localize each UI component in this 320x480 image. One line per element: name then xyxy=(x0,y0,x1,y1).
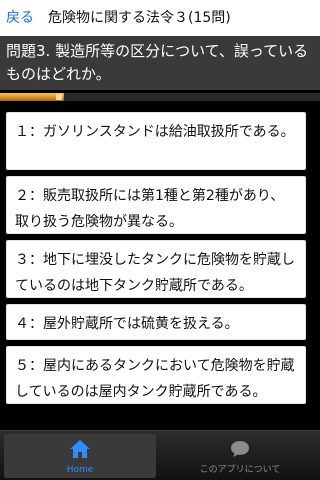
back-button[interactable]: 戻る xyxy=(6,8,34,28)
speech-bubble-icon xyxy=(231,441,249,457)
progress-bar xyxy=(0,93,320,101)
answer-option-4[interactable]: ４：屋外貯蔵所では硫黄を扱える。 xyxy=(6,304,306,340)
progress-cap xyxy=(56,94,62,100)
answer-option-text: ３：地下に埋没したタンクに危険物を貯蔵しているのは地下タンク貯蔵所である。 xyxy=(15,252,295,294)
answer-option-3[interactable]: ３：地下に埋没したタンクに危険物を貯蔵しているのは地下タンク貯蔵所である。 xyxy=(6,240,306,298)
question-text: 問題3. 製造所等の区分について、誤っているものはどれか。 xyxy=(6,42,309,83)
answer-option-text: １：ガソリンスタンドは給油取扱所である。 xyxy=(15,124,295,140)
question-banner: 問題3. 製造所等の区分について、誤っているものはどれか。 xyxy=(0,36,320,90)
answer-option-text: ５：屋内にあるタンクにおいて危険物を貯蔵しているのは屋内タンク貯蔵所である。 xyxy=(15,358,295,400)
answer-option-1[interactable]: １：ガソリンスタンドは給油取扱所である。 xyxy=(6,112,306,170)
tab-about-label: このアプリについて xyxy=(199,465,281,475)
home-icon xyxy=(70,440,90,458)
top-navbar: 戻る 危険物に関する法令３(15問) xyxy=(0,0,320,37)
answer-option-text: ２：販売取扱所には第1種と第2種があり、取り扱う危険物が異なる。 xyxy=(15,188,285,230)
answer-option-5[interactable]: ５：屋内にあるタンクにおいて危険物を貯蔵しているのは屋内タンク貯蔵所である。 xyxy=(6,346,306,404)
progress-fill xyxy=(0,93,64,101)
tab-home[interactable]: Home xyxy=(0,431,160,480)
answer-option-2[interactable]: ２：販売取扱所には第1種と第2種があり、取り扱う危険物が異なる。 xyxy=(6,176,306,234)
answer-list: １：ガソリンスタンドは給油取扱所である。 ２：販売取扱所には第1種と第2種があり… xyxy=(0,108,320,430)
tab-home-label: Home xyxy=(66,465,94,475)
tab-about-app[interactable]: このアプリについて xyxy=(160,431,320,480)
page-title: 危険物に関する法令３(15問) xyxy=(48,10,231,26)
bottom-tab-bar: Home このアプリについて xyxy=(0,430,320,480)
answer-option-text: ４：屋外貯蔵所では硫黄を扱える。 xyxy=(15,316,239,332)
app-screen: 戻る 危険物に関する法令３(15問) 問題3. 製造所等の区分について、誤ってい… xyxy=(0,0,320,480)
